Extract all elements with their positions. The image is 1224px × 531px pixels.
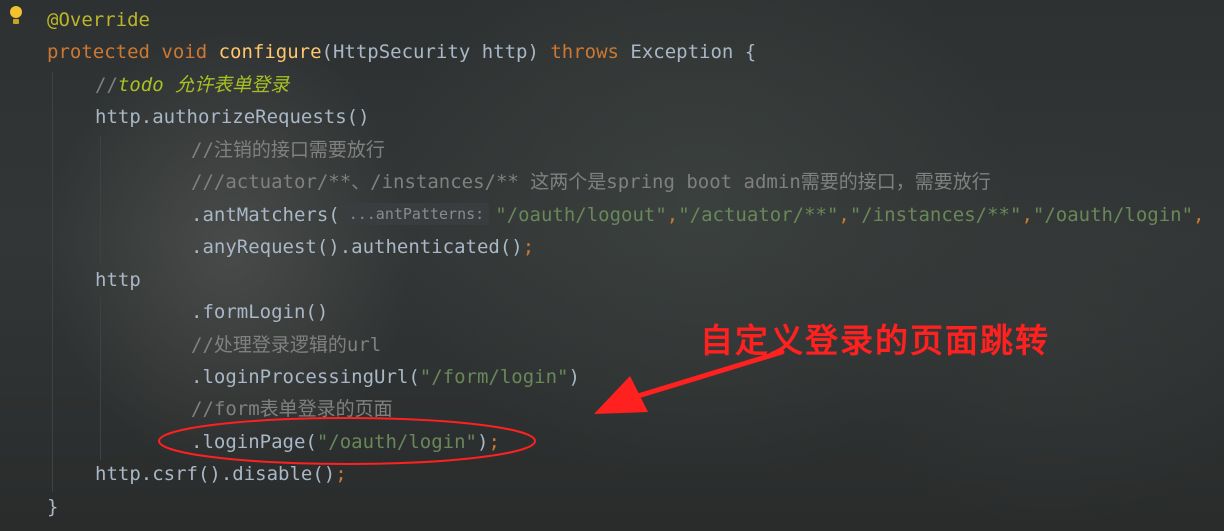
callout-arrow <box>635 349 785 399</box>
annotation-overlay <box>158 349 785 465</box>
code-editor[interactable]: @Override protected void configure(HttpSe… <box>0 0 1224 531</box>
highlight-ellipse <box>158 417 536 465</box>
